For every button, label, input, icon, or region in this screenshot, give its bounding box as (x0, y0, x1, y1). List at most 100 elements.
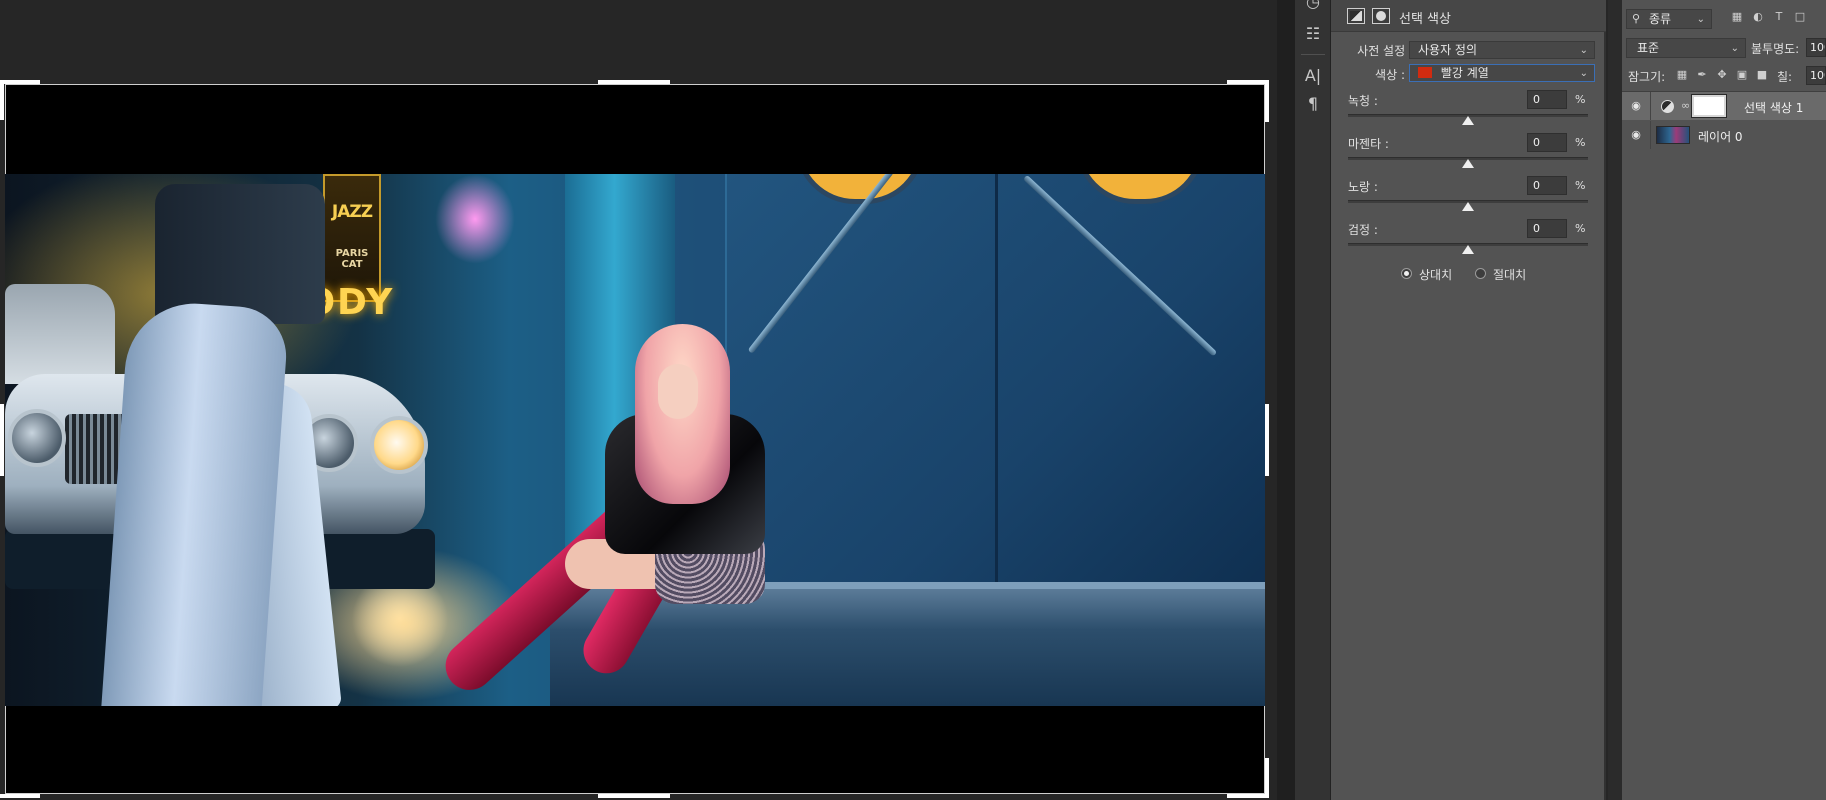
preset-dropdown[interactable]: 사용자 정의 ⌄ (1409, 41, 1595, 59)
fill-field[interactable]: 100% (1806, 66, 1826, 85)
cyan-slider-thumb[interactable] (1462, 116, 1474, 125)
properties-header: 선택 색상 (1331, 0, 1606, 32)
layer-thumbnail[interactable] (1656, 126, 1690, 144)
paragraph-icon[interactable]: ¶ (1301, 92, 1325, 116)
handle-bottom-middle[interactable] (598, 794, 670, 798)
walker-leg-front (100, 298, 290, 706)
black-slider-thumb[interactable] (1462, 245, 1474, 254)
absolute-radio[interactable] (1475, 268, 1486, 279)
link-icon[interactable]: ∞ (1681, 99, 1690, 112)
headlight-left (8, 409, 66, 467)
black-value-field[interactable]: 0 (1527, 219, 1567, 238)
chevron-down-icon: ⌄ (1579, 68, 1588, 79)
lock-position-icon[interactable]: ✥ (1715, 68, 1729, 82)
lock-pixels-icon[interactable]: ✒ (1695, 68, 1709, 82)
handle-top-right-v[interactable] (1265, 80, 1269, 122)
black-percent: % (1575, 222, 1586, 235)
preset-label: 사전 설정 : (1357, 44, 1413, 58)
handle-left-middle[interactable] (0, 404, 4, 476)
layer-row-layer-0[interactable]: ◉ 레이어 0 (1622, 121, 1826, 149)
relative-label[interactable]: 상대치 (1419, 266, 1452, 283)
yellow-value-field[interactable]: 0 (1527, 176, 1567, 195)
magenta-slider-thumb[interactable] (1462, 159, 1474, 168)
strip-divider (1301, 54, 1325, 55)
blend-mode-dropdown[interactable]: 표준 ⌄ (1626, 38, 1746, 58)
yellow-label: 노랑 : (1348, 180, 1378, 194)
adjustment-filter-icon[interactable]: ◐ (1751, 10, 1765, 24)
blend-mode-value: 표준 (1637, 41, 1660, 55)
pink-neon-glow (435, 174, 515, 264)
magenta-value-field[interactable]: 0 (1527, 133, 1567, 152)
colors-dropdown[interactable]: 빨강 계열 ⌄ (1409, 64, 1595, 82)
panel-gutter (1277, 0, 1295, 800)
lock-label: 잠그기: (1628, 70, 1666, 84)
handle-bottom-left[interactable] (0, 794, 40, 798)
absolute-label[interactable]: 절대치 (1493, 266, 1526, 283)
handle-top-middle[interactable] (598, 80, 670, 84)
color-swatch (1418, 67, 1432, 78)
panel-gap (1608, 0, 1622, 800)
adjustment-icon[interactable] (1347, 8, 1365, 24)
magenta-label: 마젠타 : (1348, 137, 1389, 151)
cyan-value-field[interactable]: 0 (1527, 90, 1567, 109)
layer-row-selective-color[interactable]: ◉ ∞ 선택 색상 1 (1622, 92, 1826, 120)
pixel-filter-icon[interactable]: ▦ (1730, 10, 1744, 24)
document-image[interactable]: BO JAZZ PARIS CAT BODY FF (5, 174, 1265, 706)
handle-top-left[interactable] (0, 80, 40, 84)
layer-filter-dropdown[interactable]: ⚲ 종류 ⌄ (1626, 9, 1712, 29)
jazz-text: JAZZ (331, 202, 373, 222)
handle-top-right[interactable] (1227, 80, 1269, 84)
jazz-sub-cat: CAT (341, 259, 363, 270)
adjustment-layer-icon (1661, 100, 1674, 113)
colors-value: 빨강 계열 (1440, 66, 1489, 80)
fill-label: 칠: (1777, 70, 1793, 84)
character-icon[interactable]: A| (1301, 64, 1325, 88)
mask-icon[interactable] (1372, 8, 1390, 24)
walking-figure (75, 184, 342, 706)
opacity-label: 불투명도: (1751, 42, 1800, 56)
type-filter-icon[interactable]: T (1772, 10, 1786, 24)
walker-torso (155, 184, 325, 324)
layer-name[interactable]: 선택 색상 1 (1744, 99, 1803, 116)
shape-filter-icon[interactable]: □ (1793, 10, 1807, 24)
lock-transparent-icon[interactable]: ▦ (1675, 68, 1689, 82)
properties-panel: 선택 색상 사전 설정 : 사용자 정의 ⌄ 색상 : 빨강 계열 ⌄ 녹청 :… (1331, 0, 1606, 800)
document-canvas-area[interactable]: BO JAZZ PARIS CAT BODY FF (0, 0, 1277, 800)
handle-bottom-right-v[interactable] (1265, 758, 1269, 798)
handle-right-middle[interactable] (1265, 404, 1269, 476)
magenta-percent: % (1575, 136, 1586, 149)
properties-title: 선택 색상 (1399, 12, 1451, 27)
yellow-slider-thumb[interactable] (1462, 202, 1474, 211)
colors-label: 색상 : (1375, 68, 1405, 82)
layer-mask-thumbnail[interactable] (1691, 94, 1727, 118)
collapsed-panel-strip: ◷ ☷ A| ¶ (1295, 0, 1331, 800)
seated-figure (385, 324, 765, 700)
clone-source-icon[interactable]: ☷ (1301, 22, 1325, 46)
yellow-percent: % (1575, 179, 1586, 192)
history-icon[interactable]: ◷ (1301, 0, 1325, 14)
photoshop-workspace: BO JAZZ PARIS CAT BODY FF (0, 0, 1826, 800)
row-divider (1650, 92, 1651, 120)
chevron-down-icon: ⌄ (1579, 45, 1588, 56)
eye-icon[interactable]: ◉ (1629, 129, 1643, 141)
eye-icon[interactable]: ◉ (1629, 100, 1643, 112)
chevron-down-icon: ⌄ (1696, 14, 1705, 25)
black-label: 검정 : (1348, 223, 1378, 237)
chevron-down-icon: ⌄ (1730, 43, 1739, 54)
relative-radio[interactable] (1401, 268, 1412, 279)
layers-panel: ⚲ 종류 ⌄ ▦ ◐ T □ 표준 ⌄ 불투명도: 100% 잠그기: ▦ ✒ … (1622, 0, 1826, 800)
preset-value: 사용자 정의 (1418, 43, 1478, 57)
cyan-label: 녹청 : (1348, 94, 1378, 108)
jazz-sub-paris: PARIS (335, 248, 369, 259)
cyan-percent: % (1575, 93, 1586, 106)
lock-all-icon[interactable]: ■ (1755, 68, 1769, 82)
handle-top-left-v[interactable] (0, 80, 4, 120)
face (658, 364, 698, 419)
lock-artboard-icon[interactable]: ▣ (1735, 68, 1749, 82)
row-divider (1650, 121, 1651, 149)
handle-bottom-right[interactable] (1227, 794, 1269, 798)
opacity-field[interactable]: 100% (1806, 38, 1826, 57)
search-icon: ⚲ (1632, 12, 1641, 25)
layer-name[interactable]: 레이어 0 (1698, 128, 1743, 145)
layer-filter-value: 종류 (1649, 12, 1672, 26)
